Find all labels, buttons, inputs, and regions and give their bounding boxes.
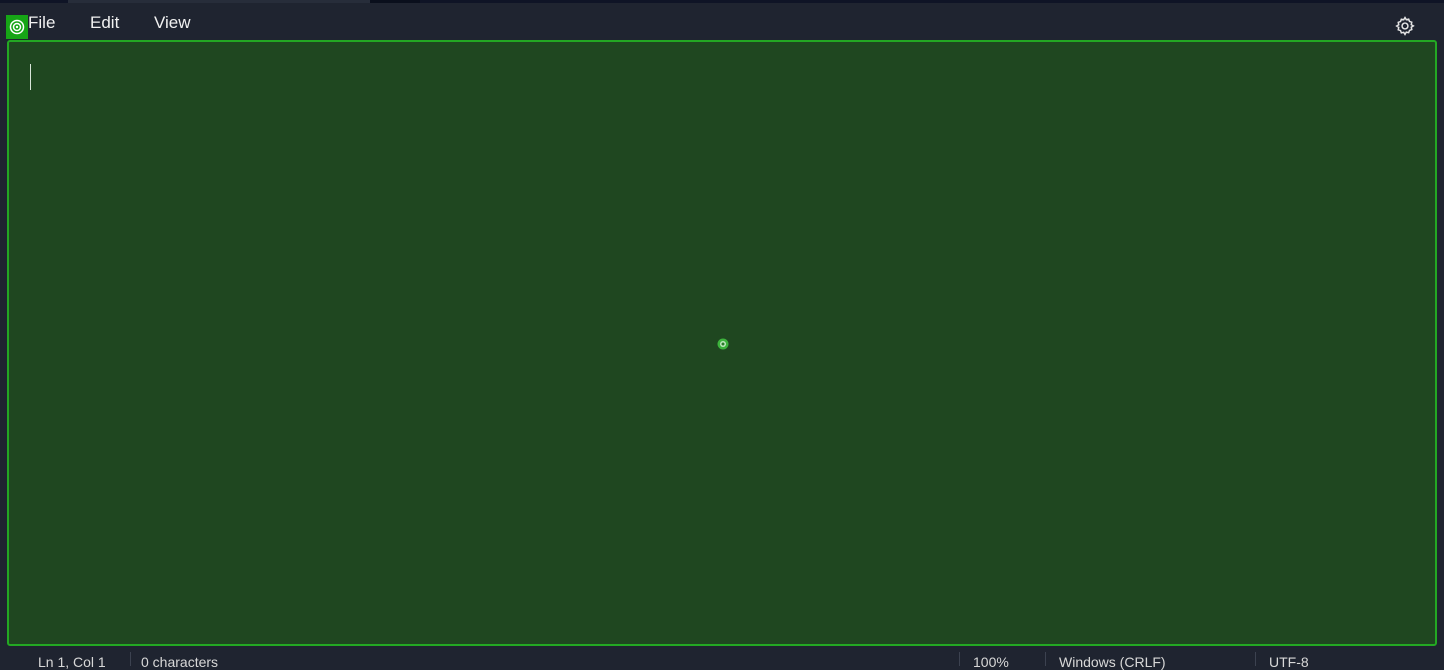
text-caret: [30, 64, 31, 90]
status-divider: [1045, 652, 1046, 666]
menu-edit[interactable]: Edit: [90, 13, 119, 33]
status-divider: [130, 652, 131, 666]
center-crosshair-icon: [716, 337, 730, 351]
encoding[interactable]: UTF-8: [1269, 654, 1309, 670]
cursor-position[interactable]: Ln 1, Col 1: [38, 654, 106, 670]
zoom-level[interactable]: 100%: [973, 654, 1009, 670]
status-bar: Ln 1, Col 1 0 characters 100% Windows (C…: [0, 646, 1444, 670]
status-divider: [959, 652, 960, 666]
status-divider: [1255, 652, 1256, 666]
text-editor-area[interactable]: [7, 40, 1437, 646]
menu-view[interactable]: View: [154, 13, 191, 33]
menu-bar: File Edit View: [0, 3, 1444, 41]
character-count: 0 characters: [141, 654, 219, 670]
target-icon: [6, 15, 28, 39]
gear-icon[interactable]: [1394, 15, 1416, 37]
line-ending[interactable]: Windows (CRLF): [1059, 654, 1166, 670]
menu-file[interactable]: File: [28, 13, 55, 33]
